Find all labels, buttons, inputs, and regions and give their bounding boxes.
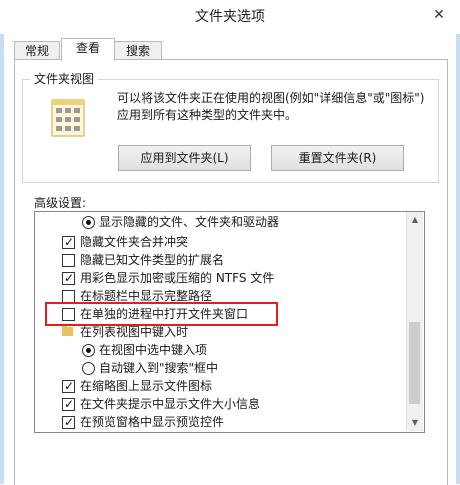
list-item-label: 在视图中选中键入项 <box>99 343 208 357</box>
vertical-scrollbar[interactable]: ▲ ▼ <box>406 212 423 431</box>
checkbox-preview-handlers[interactable]: ✓ <box>62 415 75 429</box>
check-icon: ✓ <box>64 271 75 285</box>
checkbox-hide-extensions[interactable] <box>62 254 75 267</box>
checkbox-color-ntfs[interactable]: ✓ <box>62 271 75 285</box>
checkbox-thumbnail-icons[interactable]: ✓ <box>62 379 75 393</box>
tab-view[interactable]: 查看 <box>61 38 115 61</box>
advanced-settings-label: 高级设置: <box>34 196 87 210</box>
window-border-left <box>0 34 4 484</box>
radio-dot <box>86 220 91 225</box>
reset-folders-button[interactable]: 重置文件夹(R) <box>271 145 404 171</box>
highlight-box <box>45 302 278 326</box>
check-icon: ✓ <box>64 379 75 393</box>
list-item-label: 在预览窗格中显示预览控件 <box>80 415 225 429</box>
scroll-up-icon[interactable]: ▲ <box>407 212 423 228</box>
window-border-right <box>456 34 460 484</box>
window-title: 文件夹选项 <box>195 9 265 25</box>
check-icon: ✓ <box>64 235 75 249</box>
list-item-label: 隐藏文件夹合并冲突 <box>80 235 189 249</box>
folder-views-description: 可以将该文件夹正在使用的视图(例如"详细信息"或"图标")应用到所有这种类型的文… <box>117 91 425 122</box>
checkbox-file-size-tips[interactable]: ✓ <box>62 397 75 411</box>
radio-select-typed-item[interactable] <box>82 344 95 357</box>
apply-to-folders-button[interactable]: 应用到文件夹(L) <box>118 145 251 171</box>
title-bar: 文件夹选项 ✕ <box>0 0 460 34</box>
tab-search[interactable]: 搜索 <box>114 41 162 61</box>
list-item-label: 隐藏已知文件类型的扩展名 <box>80 253 225 267</box>
folder-icon <box>62 325 73 336</box>
radio-dot <box>86 348 91 353</box>
list-item-label: 在文件夹提示中显示文件大小信息 <box>80 397 261 411</box>
list-item-label: 自动键入到"搜索"框中 <box>99 361 219 375</box>
list-item-label: 用彩色显示加密或压缩的 NTFS 文件 <box>80 271 275 285</box>
scroll-down-icon[interactable]: ▼ <box>407 415 423 431</box>
check-icon: ✓ <box>64 415 75 429</box>
list-item-label: 显示隐藏的文件、文件夹和驱动器 <box>99 215 280 229</box>
close-icon[interactable]: ✕ <box>426 4 452 26</box>
folder-views-caption: 文件夹视图 <box>30 70 99 87</box>
check-icon: ✓ <box>64 397 75 411</box>
radio-show-hidden[interactable] <box>82 216 95 229</box>
list-item-label: 在缩略图上显示文件图标 <box>80 379 213 393</box>
folder-view-icon <box>48 98 92 140</box>
radio-type-into-search[interactable] <box>82 362 95 375</box>
tab-general[interactable]: 常规 <box>14 41 60 61</box>
scroll-thumb[interactable] <box>409 322 420 404</box>
checkbox-hide-merge-conflicts[interactable]: ✓ <box>62 235 75 249</box>
